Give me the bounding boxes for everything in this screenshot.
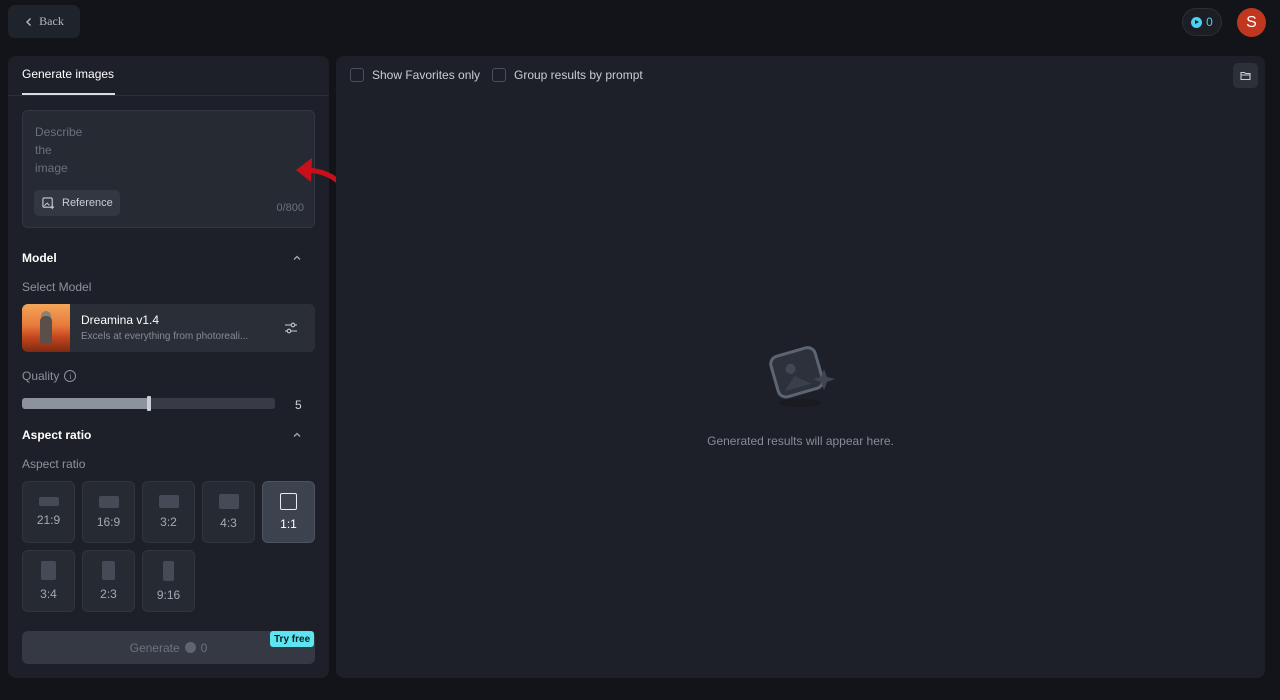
aspect-shape-icon <box>280 493 297 510</box>
aspect-option-label: 4:3 <box>220 516 237 530</box>
aspect-option-2-3[interactable]: 2:3 <box>82 550 135 612</box>
model-section-title: Model <box>22 251 57 265</box>
aspect-option-4-3[interactable]: 4:3 <box>202 481 255 543</box>
aspect-option-16-9[interactable]: 16:9 <box>82 481 135 543</box>
empty-gallery-icon <box>769 346 835 407</box>
quality-slider-handle[interactable] <box>146 396 151 411</box>
group-results-toggle[interactable]: Group results by prompt <box>492 68 643 82</box>
generate-label: Generate <box>129 640 180 655</box>
aspect-shape-icon <box>158 495 179 508</box>
aspect-shape-icon <box>98 495 119 508</box>
reference-label: Reference <box>62 197 113 209</box>
prompt-placeholder: Describe the image <box>35 125 83 175</box>
select-model-label: Select Model <box>22 280 92 294</box>
aspect-shape-icon <box>102 561 115 580</box>
avatar[interactable]: S <box>1237 8 1266 37</box>
aspect-option-3-2[interactable]: 3:2 <box>142 481 195 543</box>
reference-button[interactable]: Reference <box>34 190 120 216</box>
aspect-option-label: 3:4 <box>40 587 57 601</box>
try-free-badge: Try free <box>270 631 315 647</box>
quality-label: Quality i <box>22 369 77 383</box>
aspect-section-title: Aspect ratio <box>22 428 92 442</box>
image-add-icon <box>42 196 55 209</box>
aspect-option-label: 9:16 <box>156 587 181 602</box>
model-thumbnail <box>22 304 70 352</box>
generate-panel: Generate images Describe the image Refer… <box>8 56 329 678</box>
chevron-up-icon[interactable] <box>291 252 303 264</box>
tab-generate-images[interactable]: Generate images <box>22 67 114 81</box>
aspect-option-label: 21:9 <box>36 513 61 527</box>
back-label: Back <box>39 14 64 28</box>
aspect-option-label: 3:2 <box>160 515 177 529</box>
folder-icon <box>1240 71 1251 81</box>
aspect-option-21-9[interactable]: 21:9 <box>22 481 75 543</box>
tab-bar: Generate images <box>8 56 329 96</box>
aspect-option-1-1[interactable]: 1:1 <box>262 481 315 543</box>
show-favorites-checkbox[interactable] <box>350 68 364 82</box>
results-panel: Show Favorites only Group results by pro… <box>336 56 1265 678</box>
show-favorites-label: Show Favorites only <box>372 68 481 82</box>
model-description: Excels at everything from photoreali... <box>81 331 249 342</box>
folder-button[interactable] <box>1233 63 1258 88</box>
aspect-shape-icon <box>163 560 174 581</box>
model-name: Dreamina v1.4 <box>81 313 160 327</box>
aspect-shape-icon <box>38 497 59 506</box>
show-favorites-toggle[interactable]: Show Favorites only <box>350 68 480 82</box>
prompt-input[interactable]: Describe the image Reference 0/800 <box>22 110 315 228</box>
group-results-label: Group results by prompt <box>514 68 643 82</box>
top-bar: Back 0 S <box>0 0 1280 48</box>
info-icon[interactable]: i <box>64 370 77 382</box>
empty-state-message: Generated results will appear here. <box>707 434 894 448</box>
credits-count: 0 <box>1206 15 1213 29</box>
aspect-shape-icon <box>41 561 56 580</box>
aspect-option-label: 1:1 <box>280 517 297 531</box>
model-selector[interactable]: Dreamina v1.4 Excels at everything from … <box>22 304 315 352</box>
aspect-ratio-grid: 21:9 16:9 3:2 4:3 1:1 3:4 2:3 9:16 <box>22 481 318 612</box>
generate-cost: 0 <box>200 640 208 655</box>
credits-badge[interactable]: 0 <box>1182 8 1222 36</box>
aspect-option-label: 2:3 <box>100 587 117 601</box>
aspect-option-3-4[interactable]: 3:4 <box>22 550 75 612</box>
sliders-icon[interactable] <box>284 321 298 335</box>
quality-value: 5 <box>295 398 302 412</box>
aspect-option-9-16[interactable]: 9:16 <box>142 550 195 612</box>
chevron-up-icon[interactable] <box>291 429 303 441</box>
chevron-left-icon <box>26 17 32 26</box>
aspect-option-label: 16:9 <box>96 514 121 529</box>
back-button[interactable]: Back <box>8 5 80 38</box>
aspect-shape-icon <box>218 494 239 509</box>
quality-label-text: Quality <box>22 369 60 383</box>
aspect-ratio-label: Aspect ratio <box>22 457 86 471</box>
credit-coin-icon <box>184 642 196 653</box>
credit-coin-icon <box>1191 16 1203 28</box>
quality-slider-fill <box>22 398 149 409</box>
tab-active-indicator <box>22 93 115 95</box>
group-results-checkbox[interactable] <box>492 68 506 82</box>
avatar-initial: S <box>1246 13 1257 31</box>
